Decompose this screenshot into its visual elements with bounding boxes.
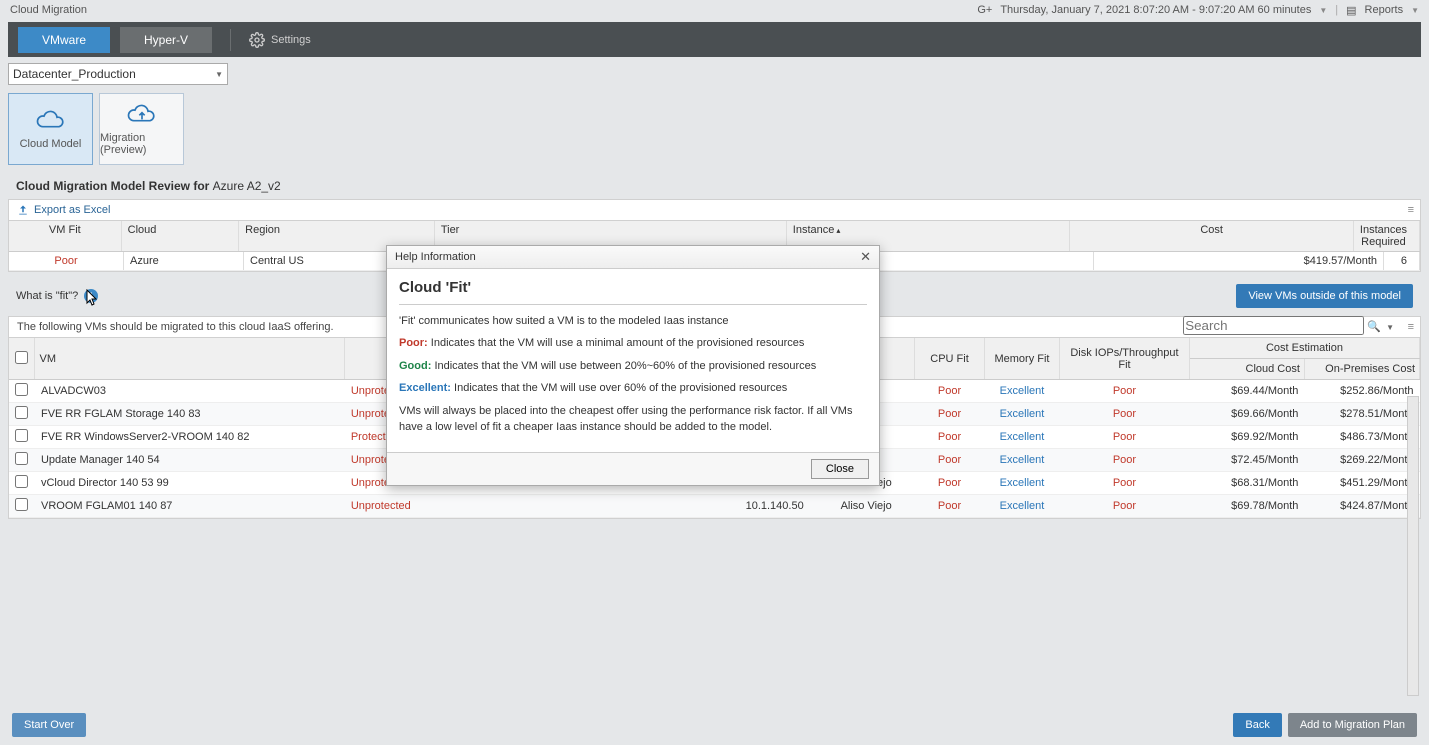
modal-good-label: Good: [399, 360, 431, 372]
modal-excellent-label: Excellent: [399, 382, 451, 394]
modal-poor-text: Indicates that the VM will use a minimal… [428, 337, 805, 349]
help-modal: Help Information ✕ Cloud 'Fit' 'Fit' com… [386, 245, 880, 486]
modal-footer: Close [387, 452, 879, 485]
modal-header: Help Information ✕ [387, 246, 879, 269]
modal-heading: Cloud 'Fit' [399, 277, 867, 305]
modal-good-text: Indicates that the VM will use between 2… [431, 360, 816, 372]
close-icon[interactable]: ✕ [860, 249, 871, 265]
modal-title-text: Help Information [395, 251, 476, 263]
modal-body: Cloud 'Fit' 'Fit' communicates how suite… [387, 269, 879, 452]
modal-note: VMs will always be placed into the cheap… [399, 403, 867, 436]
modal-poor-label: Poor: [399, 337, 428, 349]
close-button[interactable]: Close [811, 459, 869, 479]
modal-overlay: Help Information ✕ Cloud 'Fit' 'Fit' com… [0, 0, 1429, 745]
modal-intro: 'Fit' communicates how suited a VM is to… [399, 313, 867, 330]
modal-excellent-text: Indicates that the VM will use over 60% … [451, 382, 787, 394]
